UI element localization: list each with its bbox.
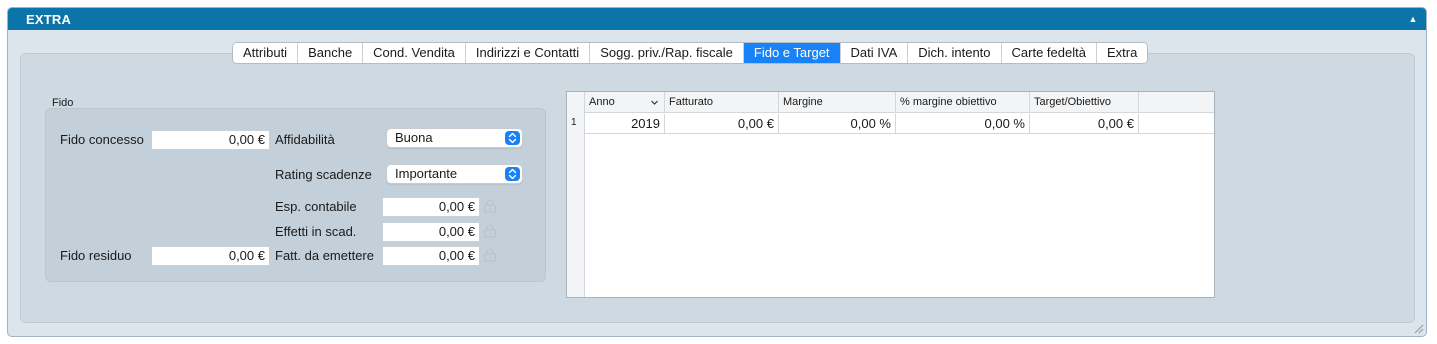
cell-target[interactable]: 0,00 € — [1030, 114, 1139, 134]
fido-residuo-label: Fido residuo — [60, 248, 132, 263]
resize-grip-icon[interactable] — [1412, 322, 1424, 334]
cell-empty — [1139, 114, 1214, 134]
affidabilita-select[interactable]: Buona — [386, 128, 523, 148]
target-table[interactable]: Anno Fatturato Margine % margine obietti… — [566, 91, 1215, 298]
cell-margine-obiettivo[interactable]: 0,00 % — [896, 114, 1030, 134]
tab-attributi[interactable]: Attributi — [233, 43, 299, 63]
effetti-scad-label: Effetti in scad. — [275, 224, 357, 239]
tab-carte-fedelta[interactable]: Carte fedeltà — [1001, 43, 1097, 63]
affidabilita-label: Affidabilità — [275, 132, 335, 147]
lock-icon[interactable] — [482, 248, 498, 262]
row-number: 1 — [571, 117, 577, 128]
cell-anno[interactable]: 2019 — [585, 114, 665, 134]
lock-icon[interactable] — [482, 199, 498, 213]
select-stepper-icon — [505, 131, 520, 145]
fatt-emettere-label: Fatt. da emettere — [275, 248, 374, 263]
column-header-margine[interactable]: Margine — [779, 92, 896, 113]
effetti-scad-field: 0,00 € — [382, 222, 480, 242]
tab-extra[interactable]: Extra — [1096, 43, 1148, 63]
affidabilita-value: Buona — [395, 130, 433, 145]
column-header-fatturato[interactable]: Fatturato — [665, 92, 779, 113]
tab-cond-vendita[interactable]: Cond. Vendita — [363, 43, 466, 63]
column-header-target[interactable]: Target/Obiettivo — [1030, 92, 1139, 113]
tab-sogg-priv[interactable]: Sogg. priv./Rap. fiscale — [590, 43, 744, 63]
esp-contabile-label: Esp. contabile — [275, 199, 357, 214]
cell-fatturato[interactable]: 0,00 € — [665, 114, 779, 134]
tab-banche[interactable]: Banche — [298, 43, 364, 63]
rating-scadenze-label: Rating scadenze — [275, 167, 372, 182]
tab-dich-intento[interactable]: Dich. intento — [908, 43, 1002, 63]
select-stepper-icon — [505, 167, 520, 181]
rating-scadenze-select[interactable]: Importante — [386, 164, 523, 184]
tab-dati-iva[interactable]: Dati IVA — [840, 43, 909, 63]
tab-indirizzi-contatti[interactable]: Indirizzi e Contatti — [465, 43, 591, 63]
panel-title: EXTRA — [26, 12, 72, 27]
chevron-down-icon — [651, 100, 658, 105]
tab-fido-target[interactable]: Fido e Target — [743, 43, 841, 63]
esp-contabile-field: 0,00 € — [382, 197, 480, 217]
fido-concesso-label: Fido concesso — [60, 132, 144, 147]
panel-titlebar: EXTRA ▲ — [8, 8, 1426, 30]
column-header-margine-obiettivo[interactable]: % margine obiettivo — [896, 92, 1030, 113]
fido-concesso-field[interactable]: 0,00 € — [151, 130, 270, 150]
column-header-label: Anno — [589, 96, 615, 108]
rating-scadenze-value: Importante — [395, 166, 458, 181]
fido-residuo-field[interactable]: 0,00 € — [151, 246, 270, 266]
column-header-anno[interactable]: Anno — [585, 92, 665, 113]
collapse-icon[interactable]: ▲ — [1406, 12, 1420, 26]
lock-icon[interactable] — [482, 224, 498, 238]
tab-bar: Attributi Banche Cond. Vendita Indirizzi… — [232, 42, 1149, 64]
fatt-emettere-field: 0,00 € — [382, 246, 480, 266]
cell-margine[interactable]: 0,00 % — [779, 114, 896, 134]
